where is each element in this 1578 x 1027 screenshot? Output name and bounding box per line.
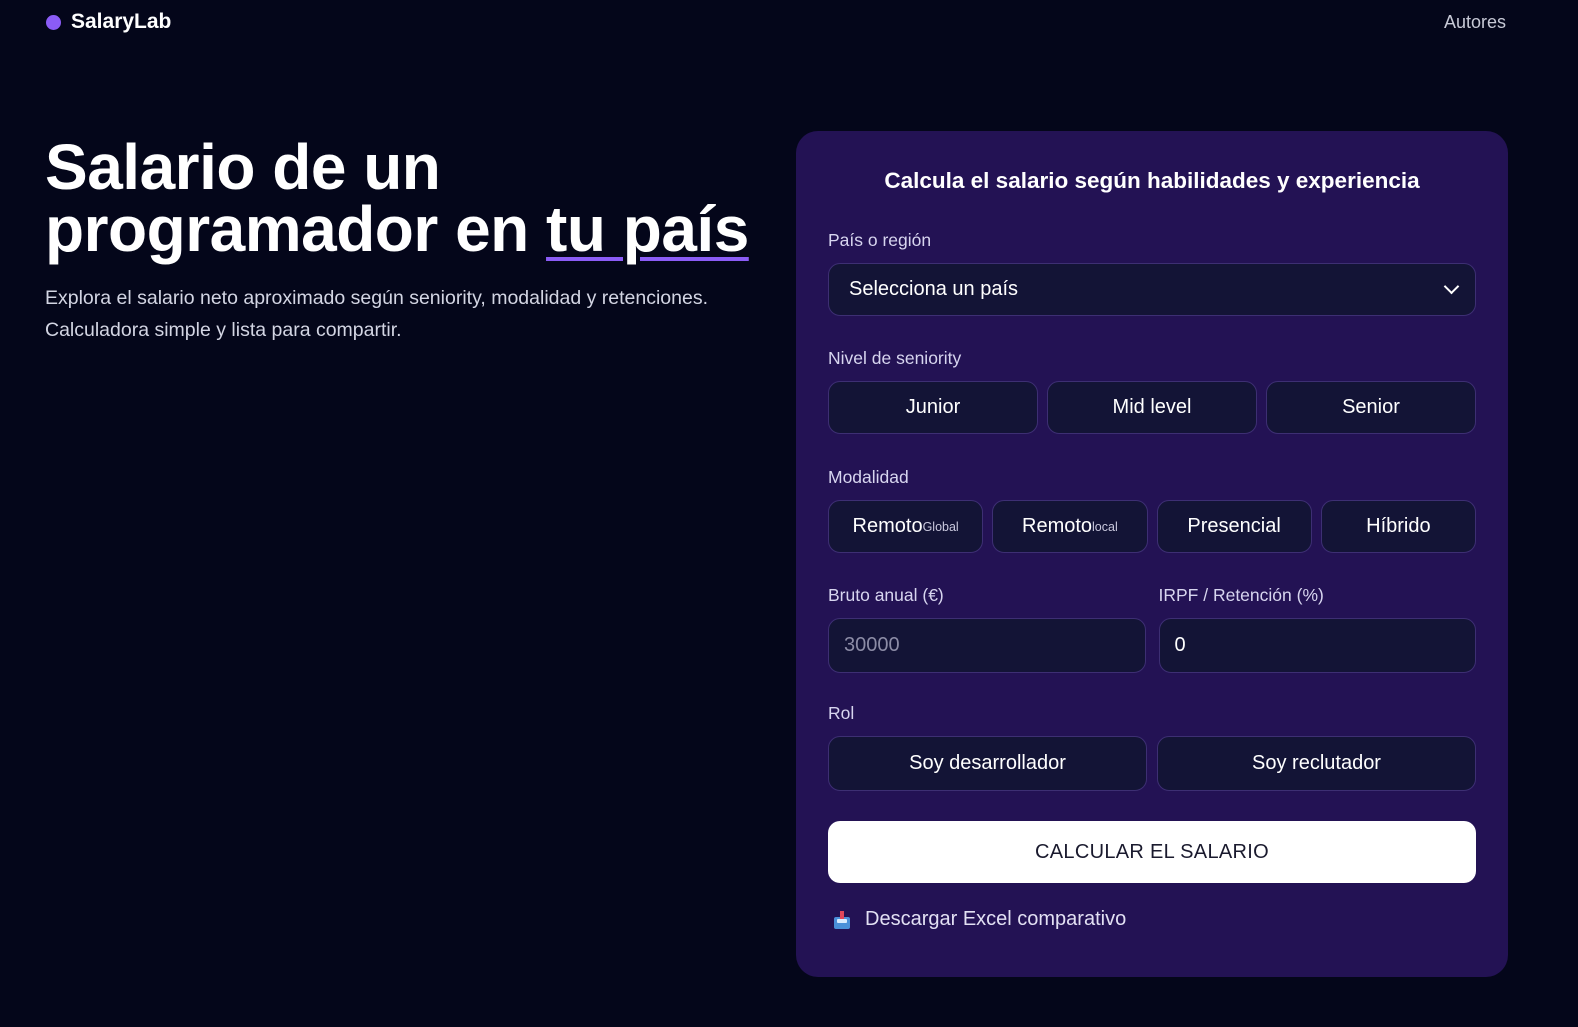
brand-dot-icon: [46, 14, 61, 30]
modalidad-remoto-global-label: Remoto: [852, 515, 923, 537]
bruto-input[interactable]: [828, 618, 1146, 673]
rol-recruiter-button[interactable]: Soy reclutador: [1157, 736, 1476, 791]
irpf-label: IRPF / Retención (%): [1158, 585, 1324, 605]
modalidad-remoto-local-button[interactable]: Remoto local: [992, 500, 1148, 553]
modalidad-presencial-label: Presencial: [1187, 515, 1281, 537]
modalidad-remoto-global-sup: Global: [922, 519, 959, 534]
irpf-field-group: IRPF / Retención (%): [1158, 585, 1476, 673]
rol-options: Soy desarrollador Soy reclutador: [828, 736, 1476, 791]
modalidad-options: Remoto Global Remoto local Presencial Híbr…: [828, 500, 1476, 553]
modalidad-presencial-button[interactable]: Presencial: [1156, 500, 1312, 553]
seniority-junior-button[interactable]: Junior: [828, 381, 1038, 434]
rol-label: Rol: [828, 703, 855, 723]
page: SalaryLab Autores Salario de un programa…: [0, 0, 1578, 1027]
hero: Salario de un programador en tu país Exp…: [45, 135, 775, 346]
seniority-mid-button[interactable]: Mid level: [1047, 381, 1257, 434]
country-select-value: Selecciona un país: [849, 278, 1019, 300]
irpf-input[interactable]: [1158, 618, 1476, 673]
salary-inputs: Bruto anual (€) IRPF / Retención (%): [828, 585, 1476, 673]
hero-subtitle-line1: Explora el salario neto aproximado según…: [45, 287, 709, 309]
modalidad-remoto-global-button[interactable]: Remoto Global: [828, 500, 984, 553]
hero-title: Salario de un programador en tu país: [45, 135, 775, 261]
calculate-salary-button[interactable]: CALCULAR EL SALARIO: [828, 821, 1476, 883]
hero-title-accent: tu país: [546, 193, 749, 265]
card-title: Calcula el salario según habilidades y e…: [884, 168, 1420, 193]
download-excel-label: Descargar Excel comparativo: [865, 908, 1127, 930]
modalidad-label: Modalidad: [828, 467, 909, 487]
bruto-label: Bruto anual (€): [828, 585, 944, 605]
country-select[interactable]: Selecciona un país: [828, 263, 1476, 316]
country-label: País o región: [828, 230, 932, 250]
salary-calculator-card: Calcula el salario según habilidades y e…: [796, 131, 1508, 977]
download-excel-link[interactable]: Descargar Excel comparativo: [834, 908, 1126, 931]
download-box-icon: [834, 910, 850, 929]
chevron-down-icon: [1443, 278, 1460, 295]
hero-subtitle: Explora el salario neto aproximado según…: [45, 282, 775, 346]
modalidad-hibrido-label: Híbrido: [1366, 515, 1431, 537]
modalidad-hibrido-button[interactable]: Híbrido: [1320, 500, 1476, 553]
brand[interactable]: SalaryLab: [46, 10, 171, 34]
seniority-label: Nivel de seniority: [828, 348, 962, 368]
bruto-field-group: Bruto anual (€): [828, 585, 1146, 673]
rol-developer-button[interactable]: Soy desarrollador: [828, 736, 1147, 791]
hero-title-line2: programador en: [45, 193, 529, 265]
seniority-options: Junior Mid level Senior: [828, 381, 1476, 434]
modalidad-remoto-local-sup: local: [1092, 519, 1118, 534]
brand-name: SalaryLab: [71, 10, 172, 33]
modalidad-remoto-local-label: Remoto: [1022, 515, 1093, 537]
hero-subtitle-line2: Calculadora simple y lista para comparti…: [45, 319, 402, 341]
nav-link-autores[interactable]: Autores: [1444, 12, 1506, 33]
seniority-senior-button[interactable]: Senior: [1266, 381, 1476, 434]
